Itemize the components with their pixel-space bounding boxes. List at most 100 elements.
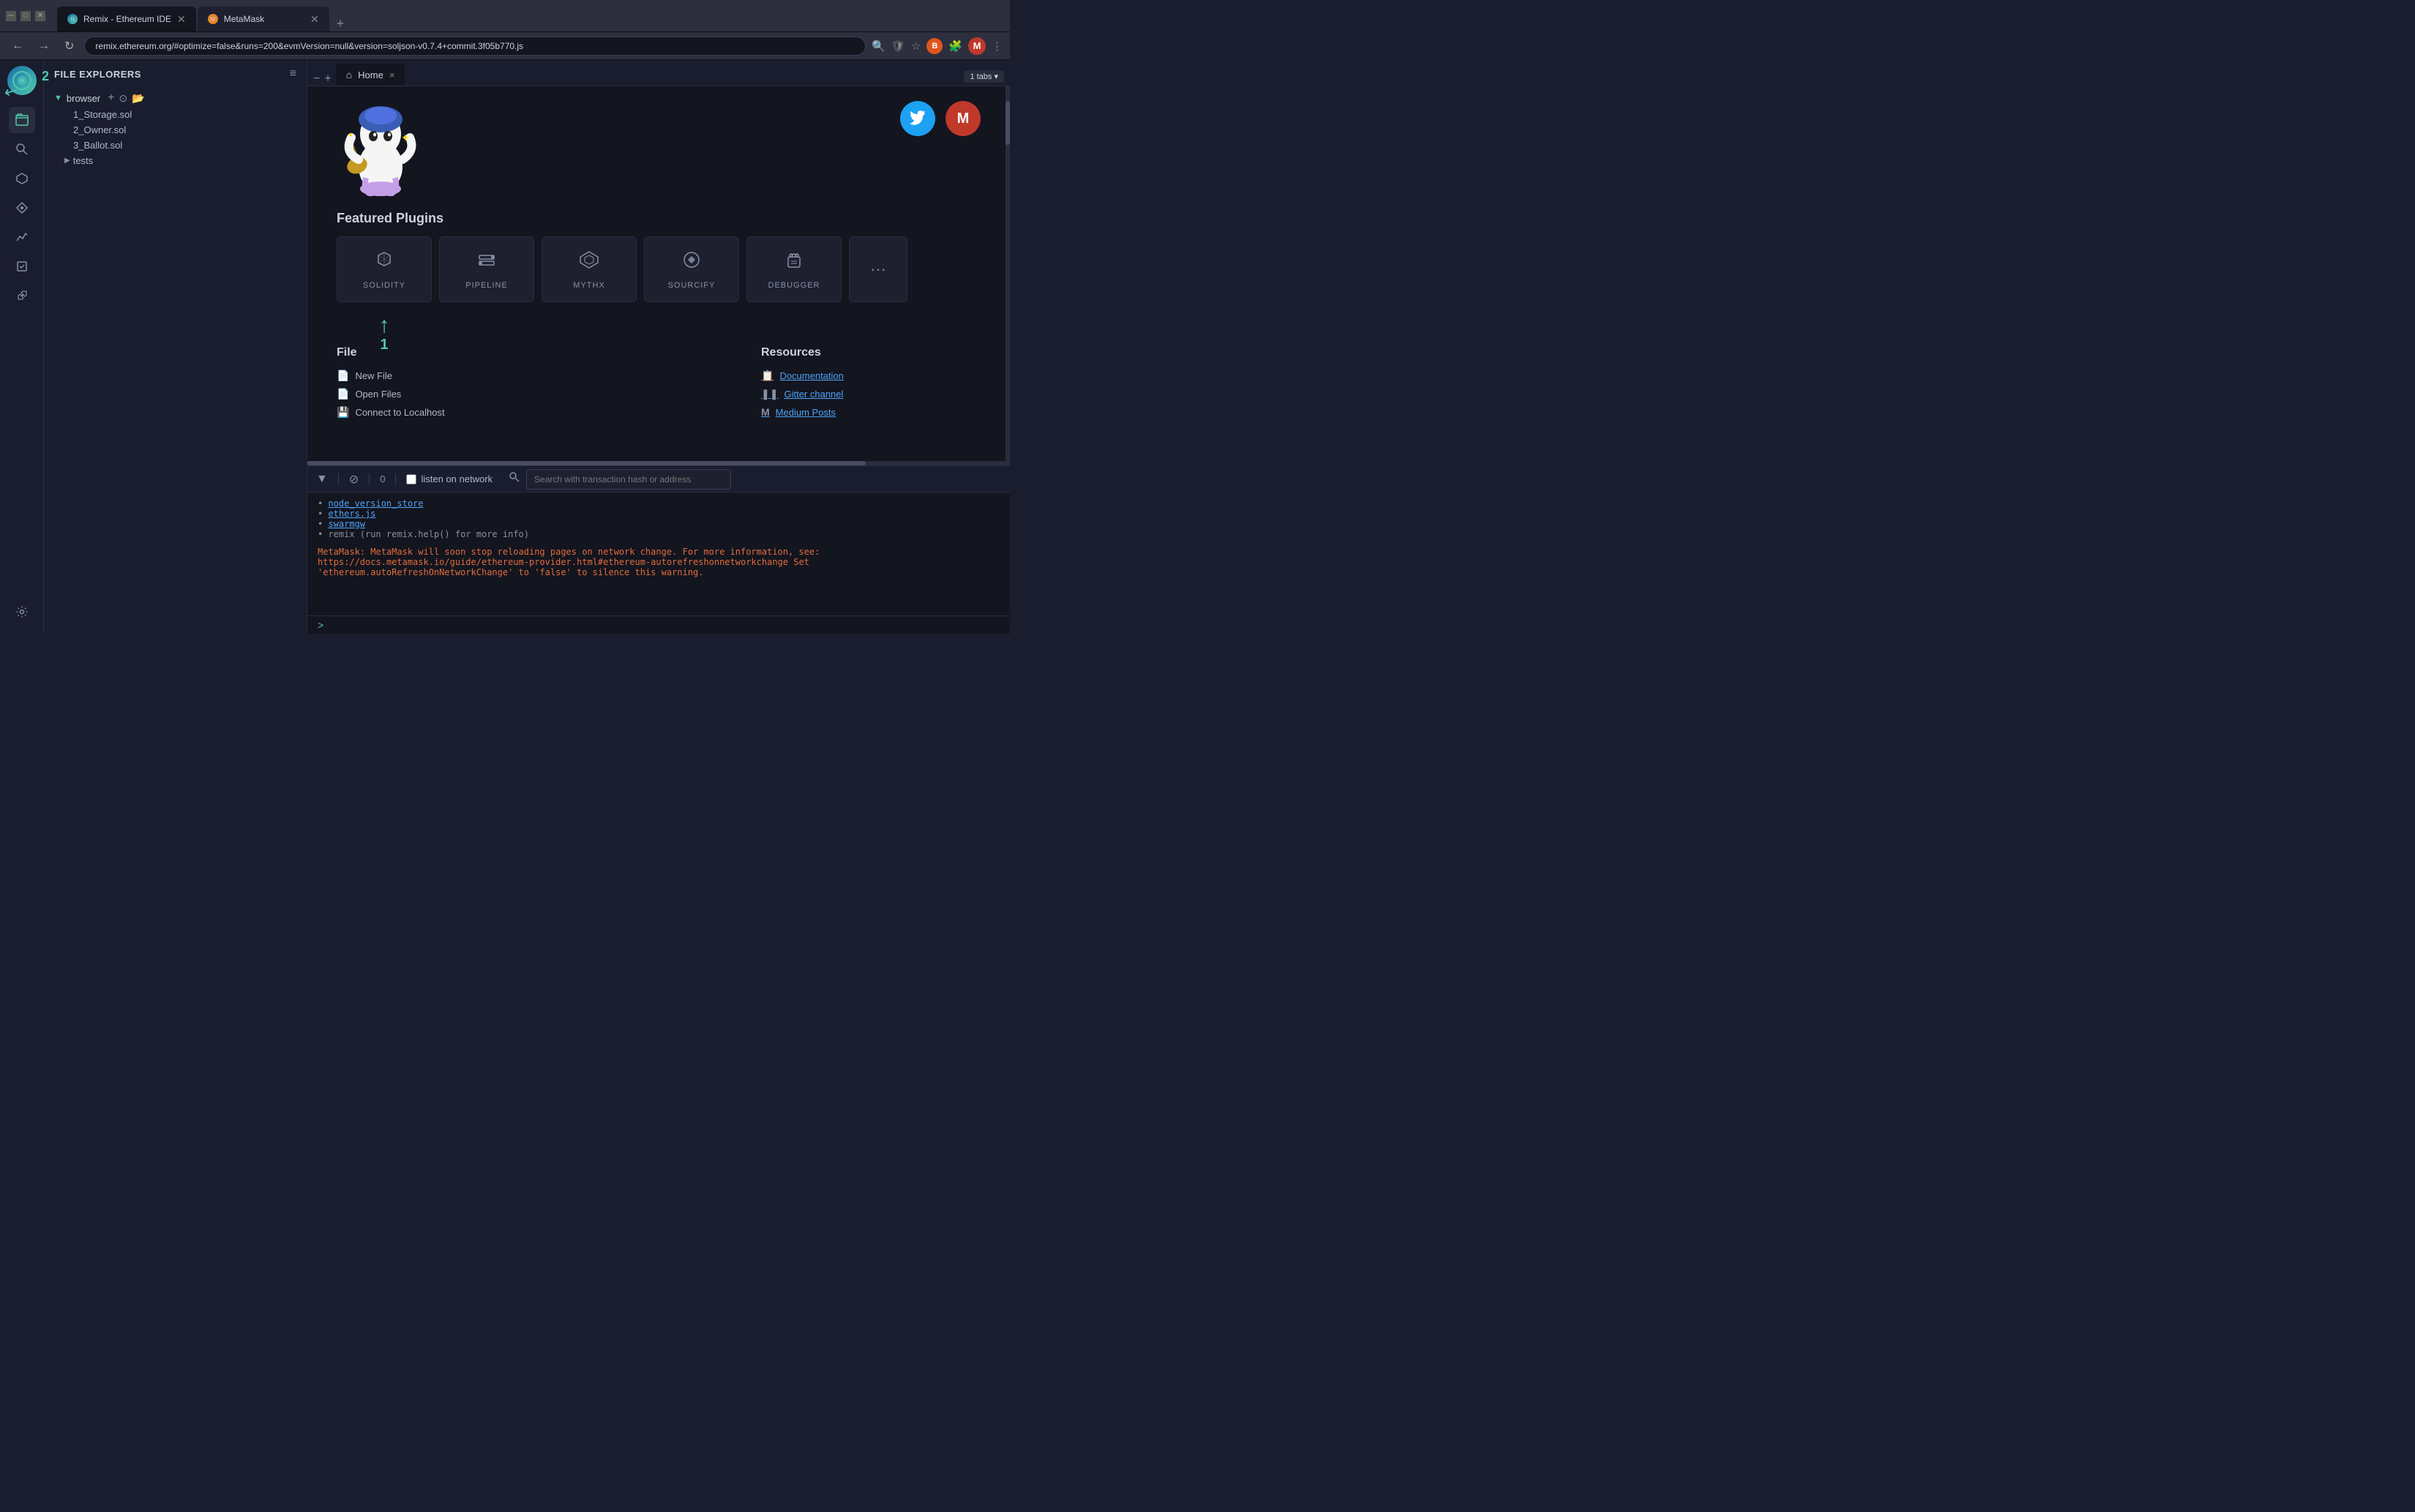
swarm-link[interactable]: swarmgw <box>328 519 365 529</box>
browser-tab-remix[interactable]: R Remix - Ethereum IDE ✕ <box>57 7 196 31</box>
medium-button[interactable]: M <box>946 101 981 136</box>
terminal-line-ethers: • ethers.js <box>318 509 1000 519</box>
terminal-separator-1 <box>338 474 339 485</box>
plugin-card-debugger[interactable]: DEBUGGER <box>746 236 842 302</box>
listen-checkbox[interactable]: listen on network <box>406 474 493 484</box>
address-input[interactable] <box>84 37 866 56</box>
folder-icon[interactable]: 📂 <box>132 92 144 105</box>
remix-logo[interactable] <box>7 66 37 95</box>
file-action-new[interactable]: 📄 New File <box>337 367 732 385</box>
shield-icon[interactable]: 🛡 <box>891 40 905 53</box>
settings-icon <box>15 605 29 618</box>
node-version-link[interactable]: node_version_store <box>328 498 423 509</box>
sidebar-item-file-explorer[interactable] <box>9 107 35 133</box>
gitter-label: Gitter channel <box>784 389 843 400</box>
terminal-search-icon[interactable] <box>509 471 520 487</box>
tab-right-area: 1 tabs ▾ <box>964 70 1004 86</box>
file-section-title: File <box>337 346 732 359</box>
extension-icon[interactable]: 🧩 <box>948 40 962 53</box>
zoom-icon[interactable]: 🔍 <box>872 40 886 53</box>
tab-home[interactable]: ⌂ Home × <box>336 64 405 86</box>
resource-link-docs[interactable]: 📋 Documentation <box>761 367 981 385</box>
resources-section: Resources 📋 Documentation ❚❚ Gitter chan… <box>761 346 981 422</box>
plugin-card-more[interactable]: ··· <box>849 236 907 302</box>
plugin-card-sourcify[interactable]: SOURCIFY <box>644 236 739 302</box>
github-icon[interactable]: ⊙ <box>119 92 127 105</box>
remix-logo-svg <box>12 70 32 91</box>
plugin-card-mythx[interactable]: MYTHX <box>542 236 637 302</box>
sidebar-item-checklist[interactable] <box>9 253 35 280</box>
file-item-owner[interactable]: 2_Owner.sol <box>44 122 307 138</box>
docs-label: Documentation <box>779 370 843 381</box>
zoom-in-button[interactable]: + <box>324 72 331 86</box>
terminal-search-input[interactable] <box>526 469 731 490</box>
file-item-ballot[interactable]: 3_Ballot.sol <box>44 138 307 153</box>
browser-tab-metamask-close[interactable]: ✕ <box>310 13 319 26</box>
terminal-line-node: • node_version_store <box>318 498 1000 509</box>
home-icon: ⌂ <box>346 69 352 81</box>
browser-tab-metamask[interactable]: M MetaMask ✕ <box>198 7 329 31</box>
pipeline-plugin-icon <box>476 250 497 275</box>
browser-tabs-bar: R Remix - Ethereum IDE ✕ M MetaMask ✕ + <box>57 0 1004 31</box>
sidebar-item-search[interactable] <box>9 136 35 162</box>
more-dots-icon: ··· <box>870 260 886 279</box>
horizontal-scrollbar[interactable] <box>307 461 1006 465</box>
sidebar-item-solidity[interactable] <box>9 165 35 192</box>
resource-link-medium[interactable]: M Medium Posts <box>761 403 981 421</box>
file-action-open[interactable]: 📄 Open Files <box>337 385 732 403</box>
debugger-icon-svg <box>784 250 804 270</box>
close-button[interactable]: ✕ <box>35 11 45 21</box>
settings-button[interactable] <box>9 599 35 625</box>
terminal-input-row: > <box>307 615 1010 634</box>
new-tab-button[interactable]: + <box>331 16 351 31</box>
ethers-link[interactable]: ethers.js <box>328 509 375 519</box>
browser-row[interactable]: ▼ browser + ⊙ 📂 <box>44 89 307 107</box>
tabs-count[interactable]: 1 tabs ▾ <box>964 70 1004 83</box>
browser-chrome: ─ □ ✕ R Remix - Ethereum IDE ✕ M MetaMas… <box>0 0 1010 32</box>
plugins-sidebar-icon <box>15 289 29 302</box>
search-icon-svg <box>509 471 520 483</box>
solidity-sidebar-icon <box>15 172 29 185</box>
address-icons: 🔍 🛡 ☆ B 🧩 M ⋮ <box>872 37 1003 55</box>
terminal-search-area <box>509 469 731 490</box>
brave-icon[interactable]: B <box>926 38 943 54</box>
maximize-button[interactable]: □ <box>20 11 31 21</box>
star-icon[interactable]: ☆ <box>911 40 921 53</box>
file-explorer-header: FILE EXPLORERS ≡ <box>44 60 307 88</box>
twitter-button[interactable] <box>900 101 935 136</box>
plugin-card-pipeline[interactable]: PIPELINE <box>439 236 534 302</box>
browser-tab-remix-label: Remix - Ethereum IDE <box>83 14 171 24</box>
reload-button[interactable]: ↻ <box>60 37 78 55</box>
plugins-grid: SOLIDITY ↑ 1 <box>337 236 981 302</box>
main-layout: 2 ↙ <box>0 60 1010 634</box>
terminal-collapse-button[interactable]: ▼ <box>316 473 328 486</box>
sidebar-item-deploy[interactable] <box>9 195 35 221</box>
search-sidebar-icon <box>15 143 29 156</box>
terminal-toolbar: ▼ ⊘ 0 listen on network <box>307 466 1010 493</box>
new-file-button[interactable]: + <box>108 91 114 105</box>
file-explorer-list-icon[interactable]: ≡ <box>290 67 296 81</box>
resource-link-gitter[interactable]: ❚❚ Gitter channel <box>761 385 981 403</box>
deploy-sidebar-icon <box>15 201 29 214</box>
terminal-stop-button[interactable]: ⊘ <box>349 472 359 487</box>
browser-tab-remix-close[interactable]: ✕ <box>177 13 186 26</box>
file-explorer-title: FILE EXPLORERS <box>54 69 141 80</box>
vertical-scrollbar[interactable] <box>1006 86 1010 465</box>
listen-checkbox-input[interactable] <box>406 474 416 484</box>
terminal-separator-3 <box>395 474 396 485</box>
tests-folder-row[interactable]: ▶ tests <box>44 153 307 168</box>
main-content: − + ⌂ Home × 1 tabs ▾ <box>307 60 1010 634</box>
menu-icon[interactable]: ⋮ <box>992 40 1003 53</box>
tab-home-close[interactable]: × <box>389 70 395 81</box>
file-action-localhost[interactable]: 💾 Connect to Localhost <box>337 403 732 422</box>
sidebar-item-plugins[interactable] <box>9 282 35 309</box>
file-item-storage[interactable]: 1_Storage.sol <box>44 107 307 122</box>
forward-button[interactable]: → <box>34 38 54 54</box>
plugin-card-solidity[interactable]: SOLIDITY <box>337 236 432 302</box>
sidebar-item-analytics[interactable] <box>9 224 35 250</box>
zoom-out-button[interactable]: − <box>313 72 320 86</box>
profile-avatar[interactable]: M <box>968 37 986 55</box>
terminal-command-input[interactable] <box>329 620 1000 630</box>
minimize-button[interactable]: ─ <box>6 11 16 21</box>
back-button[interactable]: ← <box>7 38 28 54</box>
